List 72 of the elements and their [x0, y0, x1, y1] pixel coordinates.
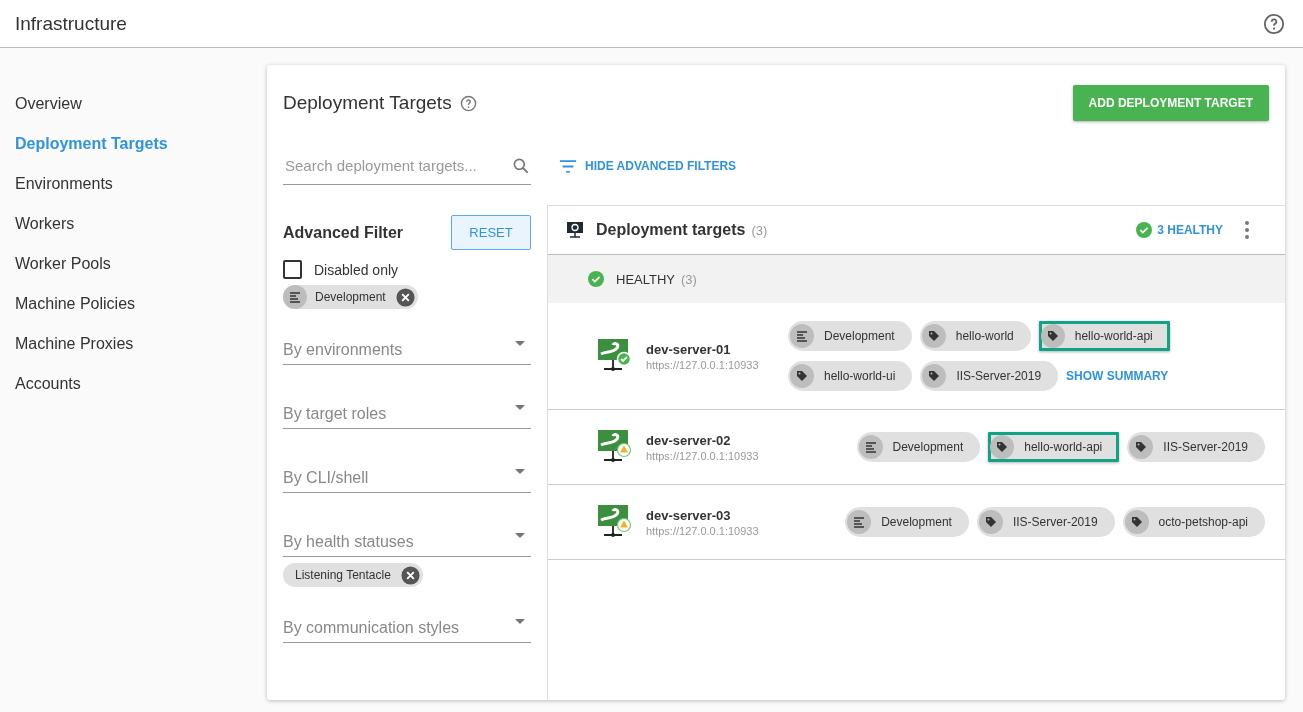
environment-icon: [858, 435, 883, 459]
target-name[interactable]: dev-server-01: [646, 341, 776, 357]
page-title: Infrastructure: [15, 12, 128, 35]
panel-title: Deployment targets: [596, 221, 746, 239]
tag-icon: [790, 364, 814, 388]
show-summary-link[interactable]: SHOW SUMMARY: [1066, 369, 1169, 383]
tag-chip: Development: [845, 507, 969, 537]
add-deployment-target-button[interactable]: ADD DEPLOYMENT TARGET: [1072, 85, 1269, 121]
tag-chip: hello-world: [919, 321, 1031, 351]
tag-chip: IIS-Server-2019: [976, 507, 1115, 537]
tag-icon: [978, 510, 1003, 534]
dropdown-field[interactable]: By communication styles: [283, 601, 531, 643]
count-label: (3): [751, 222, 768, 238]
check-circle-icon: [1136, 222, 1153, 238]
more-options-icon[interactable]: [1245, 221, 1249, 239]
filter-icon: [559, 159, 577, 173]
caret-icon: [515, 533, 525, 538]
sidebar-item[interactable]: Machine Proxies: [0, 333, 267, 373]
tag-chip: IIS-Server-2019: [1127, 432, 1265, 462]
environment-icon: [283, 285, 307, 309]
tag-chip: hello-world-api: [1038, 321, 1170, 351]
tag-chip: hello-world-api: [988, 432, 1120, 462]
tag-icon: [1129, 435, 1154, 459]
tag-chip: hello-world-ui: [788, 361, 913, 391]
caret-icon: [515, 405, 525, 410]
remove-icon[interactable]: [395, 287, 415, 307]
target-name[interactable]: dev-server-03: [646, 507, 776, 523]
checkbox[interactable]: [283, 260, 302, 279]
group-label: HEALTHY: [616, 271, 675, 287]
sidebar-item[interactable]: Environments: [0, 173, 267, 213]
tag-icon: [921, 324, 946, 348]
filter-chip: Listening Tentacle: [283, 563, 423, 587]
sidebar-item[interactable]: Overview: [0, 93, 267, 133]
target-url: https://127.0.0.1:10933: [646, 524, 760, 537]
checkbox-label: Disabled only: [314, 261, 399, 278]
dropdown-field[interactable]: By health statuses: [283, 515, 531, 557]
dropdown-field[interactable]: By CLI/shell: [283, 451, 531, 493]
dropdown-field[interactable]: By target roles: [283, 387, 531, 429]
target-name[interactable]: dev-server-02: [646, 432, 776, 448]
sidebar-item[interactable]: Worker Pools: [0, 253, 267, 293]
section-title: Deployment Targets: [283, 92, 452, 114]
tag-chip: IIS-Server-2019: [920, 361, 1059, 391]
caret-icon: [515, 469, 525, 474]
dropdown-field[interactable]: By environments: [283, 323, 531, 365]
caret-icon: [515, 341, 525, 346]
advanced-filter-title: Advanced Filter: [283, 223, 404, 242]
tag-chip: Development: [788, 321, 912, 351]
filter-chip: Development: [283, 285, 418, 309]
tag-icon: [922, 364, 947, 388]
server-icon: [566, 221, 584, 239]
target-url: https://127.0.0.1:10933: [646, 358, 760, 371]
remove-icon[interactable]: [400, 565, 420, 585]
count-label: (3): [681, 271, 697, 287]
environment-icon: [847, 510, 872, 534]
target-url: https://127.0.0.1:10933: [646, 449, 760, 462]
tag-chip: Development: [856, 432, 981, 462]
tag-chip: octo-petshop-api: [1122, 507, 1265, 537]
caret-icon: [515, 619, 525, 624]
sidebar-item[interactable]: Accounts: [0, 373, 267, 413]
check-circle-icon: [588, 271, 604, 287]
sidebar-item[interactable]: Machine Policies: [0, 293, 267, 333]
sidebar-item[interactable]: Deployment Targets: [0, 133, 267, 173]
tag-icon: [1040, 324, 1065, 348]
help-icon[interactable]: [1263, 12, 1285, 35]
sidebar-item[interactable]: Workers: [0, 213, 267, 253]
healthy-summary-link[interactable]: 3 HEALTHY: [1157, 223, 1223, 237]
tag-icon: [1124, 510, 1149, 534]
help-icon[interactable]: [459, 94, 477, 112]
environment-icon: [790, 324, 814, 348]
reset-button[interactable]: RESET: [451, 215, 531, 250]
hide-advanced-filters-button[interactable]: HIDE ADVANCED FILTERS: [553, 158, 743, 174]
tag-icon: [990, 435, 1015, 459]
